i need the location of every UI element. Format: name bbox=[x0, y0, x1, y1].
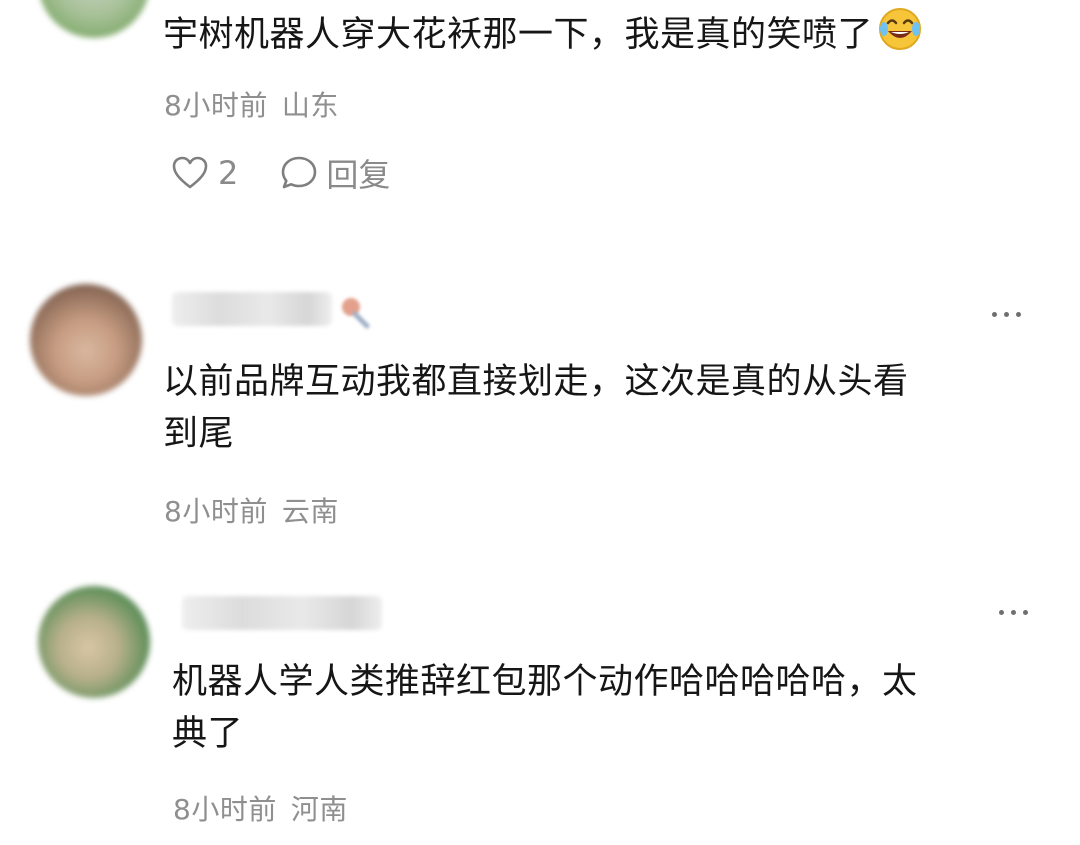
comment-meta: 8小时前 河南 bbox=[173, 788, 348, 828]
comment-location: 山东 bbox=[281, 89, 339, 122]
comment-text: 以前品牌互动我都直接划走，这次是真的从头看 到尾 bbox=[163, 356, 909, 460]
comment-meta: 8小时前 云南 bbox=[164, 490, 339, 530]
dot bbox=[1015, 311, 1021, 317]
comment-location: 云南 bbox=[281, 495, 339, 528]
comment-time: 8小时前 bbox=[164, 495, 268, 528]
comment-text-line: 到尾 bbox=[163, 414, 235, 454]
comment-bubble-icon bbox=[280, 155, 318, 191]
comment-text-line: 以前品牌互动我都直接划走，这次是真的从头看 bbox=[163, 362, 909, 402]
comment-location: 河南 bbox=[290, 793, 348, 826]
comment-time: 8小时前 bbox=[164, 89, 268, 122]
comment-item: 宇树机器人穿大花袄那一下，我是真的笑喷了 8小时前 山东 2 回复 bbox=[0, 0, 1080, 230]
avatar[interactable] bbox=[38, 0, 150, 38]
dot bbox=[1010, 609, 1016, 615]
comment-item: 机器人学人类推辞红包那个动作哈哈哈哈哈，太 典了 8小时前 河南 bbox=[0, 570, 1080, 845]
comment-item: 以前品牌互动我都直接划走，这次是真的从头看 到尾 8小时前 云南 bbox=[0, 270, 1080, 550]
like-count: 2 bbox=[218, 154, 239, 192]
dot bbox=[991, 311, 997, 317]
username-blurred[interactable] bbox=[172, 292, 332, 326]
comment-text: 宇树机器人穿大花袄那一下，我是真的笑喷了 bbox=[163, 6, 923, 67]
more-options-button[interactable] bbox=[983, 600, 1043, 624]
laughing-tears-emoji-icon bbox=[877, 6, 923, 67]
reply-label: 回复 bbox=[326, 156, 391, 194]
avatar[interactable] bbox=[30, 284, 142, 396]
dot bbox=[998, 609, 1004, 615]
comment-text-line: 机器人学人类推辞红包那个动作哈哈哈哈哈，太 bbox=[172, 662, 918, 702]
dot bbox=[1003, 311, 1009, 317]
username-blurred[interactable] bbox=[182, 596, 382, 630]
comment-text-line: 典了 bbox=[172, 714, 244, 754]
comment-time: 8小时前 bbox=[173, 793, 277, 826]
user-badge-icon bbox=[333, 290, 373, 330]
avatar[interactable] bbox=[38, 586, 150, 698]
comment-meta: 8小时前 山东 bbox=[164, 84, 339, 124]
dot bbox=[1022, 609, 1028, 615]
reply-button[interactable]: 回复 bbox=[280, 150, 390, 196]
comment-actions: 2 回复 bbox=[172, 150, 390, 196]
heart-icon bbox=[172, 156, 208, 190]
comment-text-body: 宇树机器人穿大花袄那一下，我是真的笑喷了 bbox=[163, 15, 874, 55]
like-button[interactable]: 2 bbox=[172, 154, 238, 192]
more-options-button[interactable] bbox=[976, 302, 1036, 326]
comment-text: 机器人学人类推辞红包那个动作哈哈哈哈哈，太 典了 bbox=[172, 656, 918, 760]
